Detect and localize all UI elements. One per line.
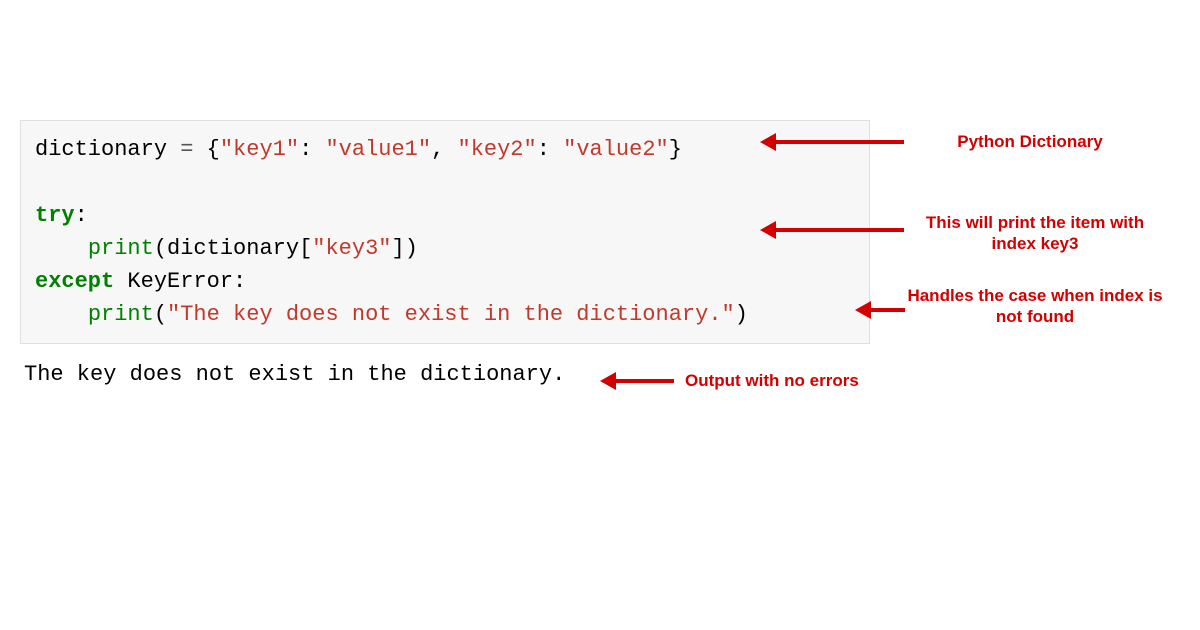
indent (35, 302, 88, 327)
token-string: "key1" (220, 137, 299, 162)
token-builtin-print: print (88, 236, 154, 261)
token-keyword-except: except (35, 269, 114, 294)
token-colon: : (233, 269, 246, 294)
token-paren: ( (154, 236, 167, 261)
token-string: "value2" (563, 137, 669, 162)
token-comma: , (431, 137, 457, 162)
token-colon: : (299, 137, 325, 162)
indent (35, 236, 88, 261)
token-keyword-try: try (35, 203, 75, 228)
token-bracket: ] (391, 236, 404, 261)
token-brace: } (669, 137, 682, 162)
token-exception: KeyError (127, 269, 233, 294)
token-colon: : (537, 137, 563, 162)
space (114, 269, 127, 294)
token-variable: dictionary (167, 236, 299, 261)
annotation-output: Output with no errors (685, 370, 905, 391)
annotation-python-dictionary: Python Dictionary (930, 131, 1130, 152)
token-brace: { (207, 137, 220, 162)
token-bracket: [ (299, 236, 312, 261)
token-string: "key2" (458, 137, 537, 162)
code-block: dictionary = {"key1": "value1", "key2": … (20, 120, 870, 344)
annotation-handles-case: Handles the case when index is not found (905, 285, 1165, 328)
token-operator: = (167, 137, 207, 162)
token-paren: ) (735, 302, 748, 327)
annotation-print-item: This will print the item with index key3 (905, 212, 1165, 255)
token-string: "value1" (325, 137, 431, 162)
token-builtin-print: print (88, 302, 154, 327)
token-paren: ) (405, 236, 418, 261)
token-paren: ( (154, 302, 167, 327)
token-string: "key3" (312, 236, 391, 261)
token-colon: : (75, 203, 88, 228)
token-variable: dictionary (35, 137, 167, 162)
token-string: "The key does not exist in the dictionar… (167, 302, 735, 327)
